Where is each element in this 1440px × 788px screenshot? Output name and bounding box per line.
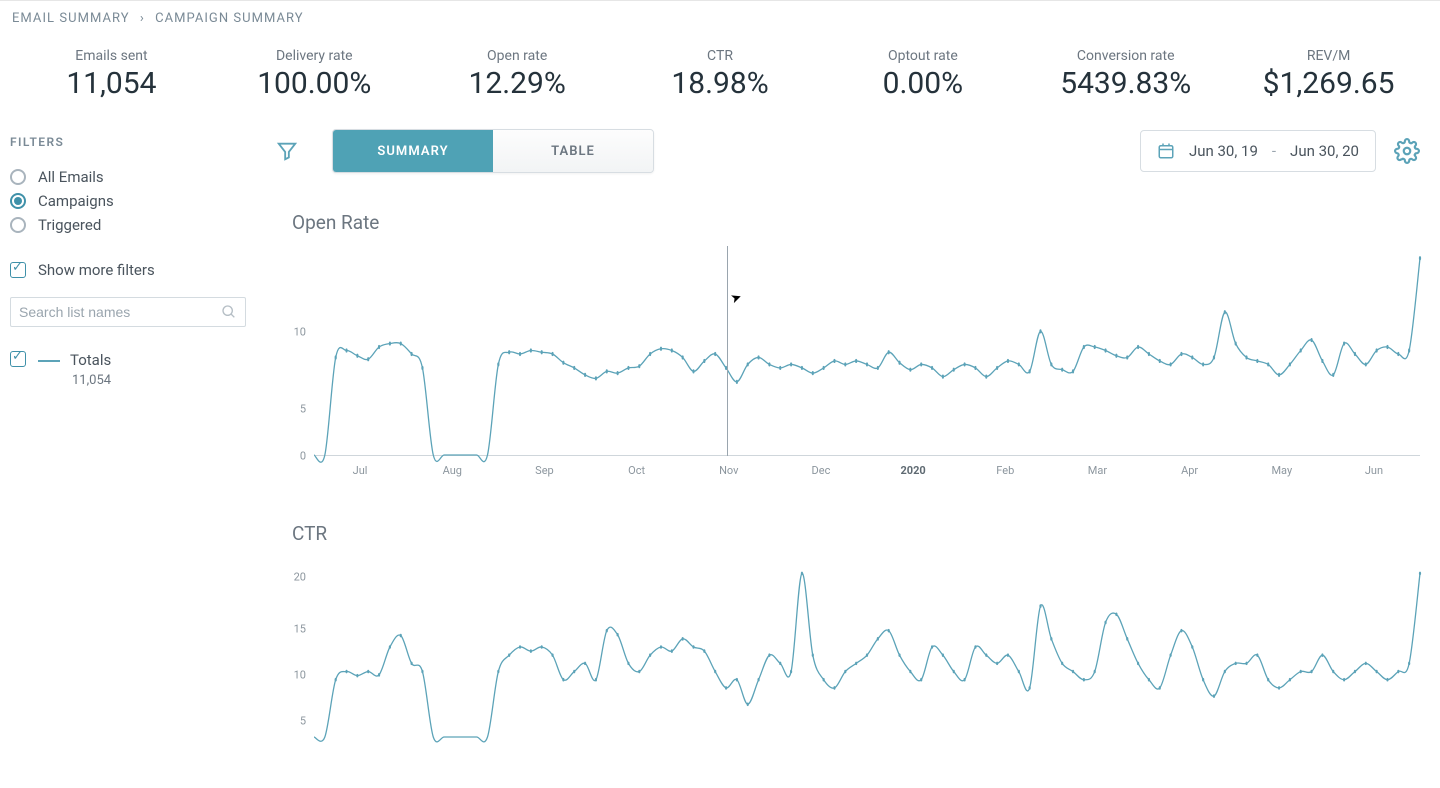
radio-label: All Emails [38,168,104,186]
metric-label: CTR [619,48,822,64]
metric-ctr: CTR 18.98% [619,48,822,101]
chart-canvas[interactable]: 10 5 0 ➤ Jul Aug Sep Oct Nov Dec 2020 Fe… [292,246,1420,486]
filter-triggered[interactable]: Triggered [10,213,250,237]
view-toggle: SUMMARY TABLE [332,129,654,173]
x-tick: Aug [406,464,498,477]
search-icon [221,304,237,320]
chart-canvas[interactable]: 20 15 10 5 [292,557,1420,757]
x-tick: Jul [314,464,406,477]
x-tick: Mar [1051,464,1143,477]
y-tick: 10 [286,326,306,339]
gear-icon[interactable] [1394,138,1420,164]
y-tick: 15 [286,623,306,636]
metric-value: 18.98% [619,66,822,101]
filter-radio-group: All Emails Campaigns Triggered [10,165,250,237]
metric-delivery-rate: Delivery rate 100.00% [213,48,416,101]
filter-funnel-icon[interactable] [276,140,298,162]
chart-ctr: CTR 20 15 10 5 [276,522,1420,757]
metric-emails-sent: Emails sent 11,054 [10,48,213,101]
y-tick: 0 [286,450,306,463]
search-input[interactable] [19,304,221,320]
series-color-swatch [38,360,60,362]
date-to: Jun 30, 20 [1290,142,1359,160]
metrics-row: Emails sent 11,054 Delivery rate 100.00%… [0,26,1440,127]
metric-value: 100.00% [213,66,416,101]
x-tick: Sep [498,464,590,477]
filter-campaigns[interactable]: Campaigns [10,189,250,213]
x-tick: Jun [1328,464,1420,477]
metric-label: REV/M [1227,48,1430,64]
x-tick: Oct [591,464,683,477]
breadcrumb: EMAIL SUMMARY › CAMPAIGN SUMMARY [0,1,1440,26]
metric-rev-per-m: REV/M $1,269.65 [1227,48,1430,101]
metric-conversion-rate: Conversion rate 5439.83% [1024,48,1227,101]
date-range-picker[interactable]: Jun 30, 19 - Jun 30, 20 [1140,130,1376,172]
y-tick: 10 [286,669,306,682]
x-tick: Apr [1144,464,1236,477]
show-more-filters[interactable]: Show more filters [10,261,250,279]
y-tick: 5 [286,715,306,728]
x-tick: Nov [683,464,775,477]
breadcrumb-current: CAMPAIGN SUMMARY [155,11,304,26]
checkbox-icon [10,262,26,278]
x-tick: Feb [959,464,1051,477]
chart-title: CTR [292,522,1420,545]
metric-value: 5439.83% [1024,66,1227,101]
metric-value: 0.00% [821,66,1024,101]
legend-count: 11,054 [72,373,250,388]
radio-icon [10,193,26,209]
chart-hover-line [727,246,728,456]
chart-title: Open Rate [292,211,1420,234]
filter-all-emails[interactable]: All Emails [10,165,250,189]
radio-label: Campaigns [38,192,114,210]
filters-title: FILTERS [10,135,250,149]
x-axis: Jul Aug Sep Oct Nov Dec 2020 Feb Mar Apr… [314,464,1420,477]
metric-value: 11,054 [10,66,213,101]
calendar-icon [1157,142,1175,160]
chart-svg [314,246,1420,455]
metric-value: 12.29% [416,66,619,101]
chart-svg [314,557,1420,737]
radio-label: Triggered [38,216,101,234]
metric-label: Conversion rate [1024,48,1227,64]
metric-label: Delivery rate [213,48,416,64]
legend-totals[interactable]: Totals [10,351,250,369]
y-tick: 5 [286,403,306,416]
tab-summary[interactable]: SUMMARY [333,130,493,172]
y-tick: 20 [286,571,306,584]
metric-open-rate: Open rate 12.29% [416,48,619,101]
metric-label: Optout rate [821,48,1024,64]
metric-optout-rate: Optout rate 0.00% [821,48,1024,101]
x-tick: 2020 [867,464,959,477]
radio-icon [10,169,26,185]
checkbox-label: Show more filters [38,261,155,279]
date-separator: - [1272,142,1276,160]
chevron-right-icon: › [140,11,145,26]
main-panel: SUMMARY TABLE Jun 30, 19 - Jun 30, 20 Op… [260,127,1440,757]
legend-label: Totals [70,351,111,369]
chart-open-rate: Open Rate 10 5 0 ➤ Jul Aug Sep Oct Nov D… [276,211,1420,486]
date-from: Jun 30, 19 [1189,142,1258,160]
breadcrumb-root[interactable]: EMAIL SUMMARY [12,11,130,26]
x-tick: Dec [775,464,867,477]
toolbar: SUMMARY TABLE Jun 30, 19 - Jun 30, 20 [276,127,1420,175]
metric-label: Open rate [416,48,619,64]
x-tick: May [1236,464,1328,477]
checkbox-icon [10,351,26,367]
metric-value: $1,269.65 [1227,66,1430,101]
search-list-names[interactable] [10,297,246,327]
metric-label: Emails sent [10,48,213,64]
radio-icon [10,217,26,233]
sidebar: FILTERS All Emails Campaigns Triggered S… [0,127,260,757]
tab-table[interactable]: TABLE [493,130,653,172]
